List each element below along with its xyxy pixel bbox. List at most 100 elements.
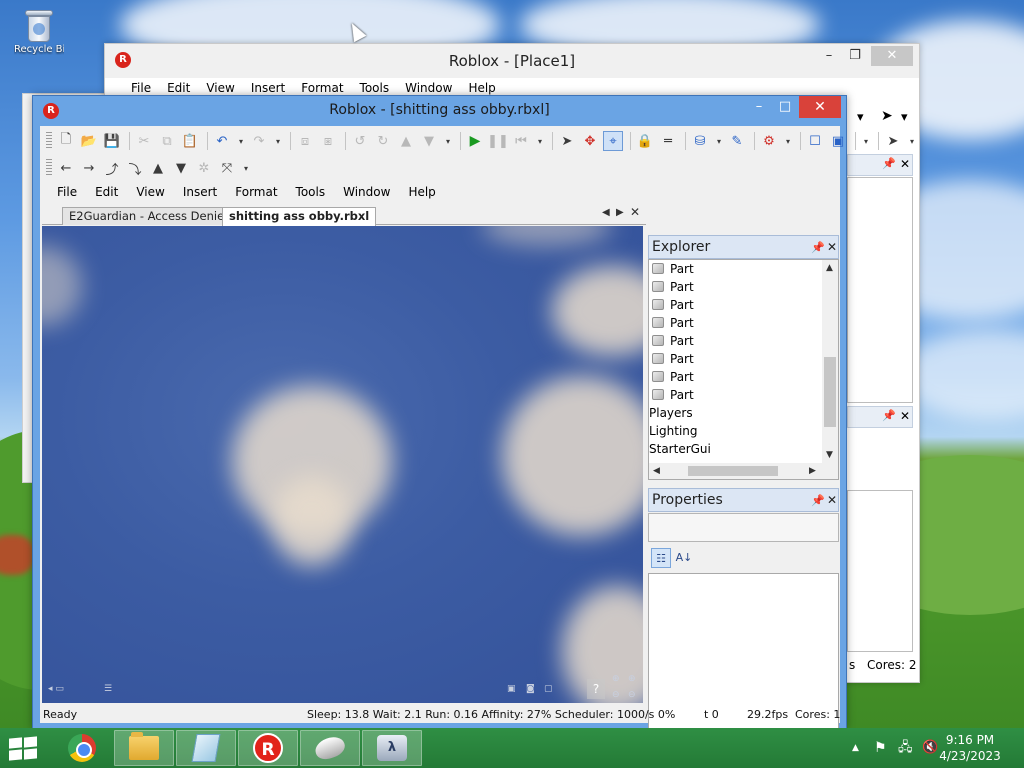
move-tool-icon[interactable]: ✥ (580, 131, 600, 151)
select-arrow-icon[interactable]: ➤ (883, 131, 903, 151)
taskbar-roblox-studio[interactable]: R (238, 730, 298, 766)
camera-tilt-up-icon[interactable]: ⤴ (102, 158, 122, 178)
screenshot-icon[interactable]: ▣ (828, 131, 848, 151)
menu-insert[interactable]: Insert (174, 183, 226, 201)
zoom-in-icon[interactable]: ✲ (194, 158, 214, 178)
rotate-left-icon[interactable]: ↺ (350, 131, 370, 151)
pin-icon[interactable]: 📌 (882, 157, 896, 170)
camera-pan-left-icon[interactable]: ← (56, 158, 76, 178)
back-window-titlebar[interactable]: Roblox - [Place1] – ❐ ✕ (105, 44, 919, 78)
scroll-up-icon[interactable]: ▲ (826, 263, 833, 273)
tab-obby-place[interactable]: shitting ass obby.rbxl (222, 207, 377, 226)
3d-viewport[interactable]: ◂ ▭ ☰ ▣ ◙ ▢ ? ⊕ ⊕ ⊖ ⊖ (42, 226, 643, 703)
play-icon[interactable]: ▶ (465, 131, 485, 151)
close-icon[interactable]: ✕ (900, 409, 910, 423)
toolbar-overflow-icon[interactable]: ▾ (442, 131, 454, 151)
menu-file[interactable]: File (48, 183, 86, 201)
back-minimize-button[interactable]: – (817, 46, 841, 66)
undo-dropdown-icon[interactable]: ▾ (235, 131, 247, 151)
tab-scroll-right-icon[interactable]: ▶ (616, 207, 624, 218)
studio-window[interactable]: Roblox - [shitting ass obby.rbxl] – □ ✕ … (32, 95, 914, 733)
action-center-flag-icon[interactable]: ⚑ (874, 728, 887, 768)
copy-icon[interactable]: ⧉ (157, 131, 177, 151)
tree-item-startergui[interactable]: StarterGui (649, 440, 711, 458)
explorer-vertical-scrollbar[interactable]: ▲ ▼ (822, 260, 838, 465)
tab-close-icon[interactable]: ✕ (630, 205, 640, 219)
studio-titlebar[interactable]: Roblox - [shitting ass obby.rbxl] – □ ✕ (33, 96, 846, 126)
close-icon[interactable]: ✕ (827, 489, 837, 511)
taskbar-chrome[interactable] (52, 730, 112, 766)
pin-icon[interactable]: 📌 (882, 409, 896, 422)
dropper-icon[interactable]: ✎ (727, 131, 747, 151)
properties-filter-box[interactable] (648, 513, 839, 542)
close-icon[interactable]: ✕ (827, 236, 837, 258)
reset-icon[interactable]: ⏮ (511, 131, 531, 151)
resize-tool-icon[interactable]: ⌖ (603, 131, 623, 151)
redo-icon[interactable]: ↷ (249, 131, 269, 151)
back-toolbar-dropdown-icon[interactable]: ▾ (901, 110, 908, 125)
material-dropdown-icon[interactable]: ▾ (782, 131, 794, 151)
taskbar-mouse-app[interactable] (300, 730, 360, 766)
viewport-list-icon[interactable]: ☰ (104, 684, 112, 694)
rotate-right-icon[interactable]: ↻ (373, 131, 393, 151)
close-icon[interactable]: ✕ (900, 157, 910, 171)
tree-item[interactable]: Part (649, 350, 694, 368)
categorized-view-icon[interactable]: ☷ (651, 548, 671, 568)
open-folder-icon[interactable]: 📂 (79, 131, 99, 151)
tree-item[interactable]: Part (649, 368, 694, 386)
tree-item[interactable]: Part (649, 260, 694, 278)
anchor-icon[interactable]: ═ (658, 131, 678, 151)
group-icon[interactable]: ⧈ (295, 131, 315, 151)
menu-view[interactable]: View (127, 183, 173, 201)
scroll-down-icon[interactable]: ▼ (826, 450, 833, 460)
back-toolbar-dropdown-icon[interactable]: ▾ (857, 110, 864, 125)
toolbar-overflow-icon[interactable]: ▾ (906, 131, 918, 151)
system-clock[interactable]: 9:16 PM 4/23/2023 (930, 732, 1010, 764)
back-close-button[interactable]: ✕ (871, 46, 913, 66)
pin-icon[interactable]: 📌 (811, 237, 825, 259)
help-button[interactable]: ? (587, 679, 605, 699)
menu-tools[interactable]: Tools (287, 183, 335, 201)
save-icon[interactable]: 💾 (102, 131, 122, 151)
zoom-out-icon[interactable]: ⊖ (628, 690, 636, 700)
paint-dropdown-icon[interactable]: ▾ (713, 131, 725, 151)
recycle-bin-shortcut[interactable]: Recycle Bin (14, 8, 64, 55)
cut-icon[interactable]: ✂ (134, 131, 154, 151)
tab-scroll-left-icon[interactable]: ◀ (602, 207, 610, 218)
camera-tilt-down-icon[interactable]: ⤵ (125, 158, 145, 178)
pin-icon[interactable]: 📌 (811, 490, 825, 512)
toolbar-overflow-icon[interactable]: ▾ (534, 131, 546, 151)
scroll-left-icon[interactable]: ◀ (653, 466, 660, 476)
tree-item-lighting[interactable]: Lighting (649, 422, 698, 440)
start-button[interactable] (9, 736, 37, 761)
undo-icon[interactable]: ↶ (212, 131, 232, 151)
tree-item[interactable]: Part (649, 314, 694, 332)
back-maximize-button[interactable]: ❐ (843, 46, 867, 66)
taskbar-lambda-app[interactable]: λ (362, 730, 422, 766)
toolbar-grip[interactable] (46, 159, 52, 177)
menu-edit[interactable]: Edit (86, 183, 127, 201)
frame-icon[interactable]: ☐ (805, 131, 825, 151)
scroll-right-icon[interactable]: ▶ (809, 466, 816, 476)
tree-item-players[interactable]: Players (649, 404, 693, 422)
zoom-in-icon[interactable]: ⊕ (612, 674, 620, 684)
tree-item[interactable]: Part (649, 332, 694, 350)
camera-up-icon[interactable]: ▲ (148, 158, 168, 178)
zoom-extents-icon[interactable]: ⤧ (217, 158, 237, 178)
zoom-out-icon[interactable]: ⊖ (612, 690, 620, 700)
back-select-arrow-icon[interactable]: ➤ (881, 108, 893, 124)
scrollbar-thumb[interactable] (824, 357, 836, 427)
material-icon[interactable]: ⚙ (759, 131, 779, 151)
taskbar-app[interactable] (176, 730, 236, 766)
menu-format[interactable]: Format (226, 183, 286, 201)
toolbar-grip[interactable] (46, 132, 52, 150)
camera-icon[interactable]: ◙ (526, 684, 535, 694)
select-arrow-icon[interactable]: ➤ (557, 131, 577, 151)
camera-down-icon[interactable]: ▼ (171, 158, 191, 178)
toolbar-overflow-icon[interactable]: ▾ (860, 131, 872, 151)
tree-item[interactable]: Part (649, 386, 694, 404)
maximize-button[interactable]: □ (773, 96, 797, 118)
zoom-in-icon[interactable]: ⊕ (628, 674, 636, 684)
network-icon[interactable]: 🖧 (898, 728, 913, 768)
ungroup-icon[interactable]: ⧆ (318, 131, 338, 151)
